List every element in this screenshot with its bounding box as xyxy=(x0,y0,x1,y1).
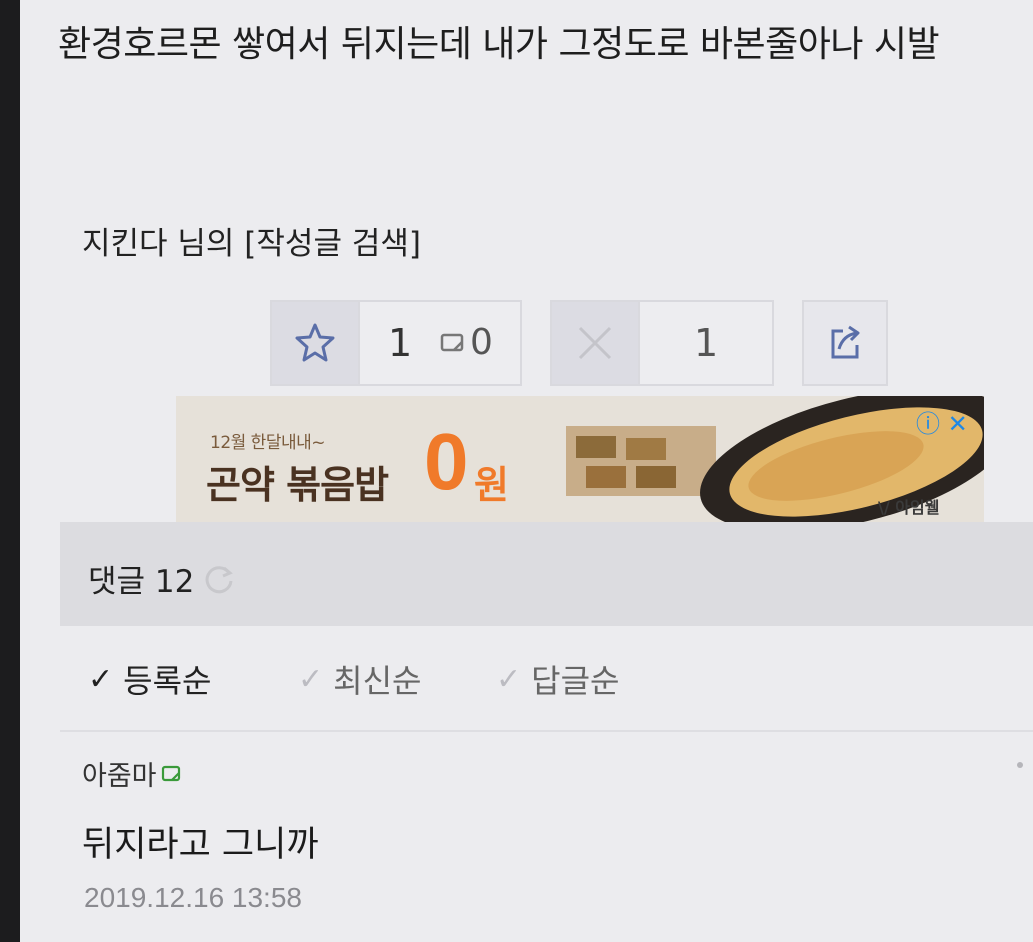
star-icon xyxy=(295,323,335,362)
left-edge xyxy=(0,0,20,942)
comment-author[interactable]: 아줌마 xyxy=(82,754,183,793)
ad-banner[interactable]: 12월 한달내내~ 곤약 볶음밥 0 원 \/ 아임웰 ⓘ ✕ xyxy=(176,396,984,522)
sort-latest[interactable]: ✓ 최신순 xyxy=(298,656,421,702)
comment-item: 아줌마 뒤지라고 그니까 2019.12.16 13:58 xyxy=(60,732,1033,942)
ad-brand: \/ 아임웰 xyxy=(878,498,940,517)
scrap-icon xyxy=(440,333,464,352)
dislike-button[interactable] xyxy=(552,302,640,384)
ad-info-controls[interactable]: ⓘ ✕ xyxy=(916,404,968,439)
comment-sort-row: ✓ 등록순 ✓ 최신순 ✓ 답글순 xyxy=(60,626,1033,732)
sort-label: 최신순 xyxy=(333,662,422,700)
check-icon: ✓ xyxy=(88,661,114,697)
scrap-count-value: 0 xyxy=(470,322,493,363)
close-icon xyxy=(578,326,612,360)
comments-count: 댓글 12 xyxy=(88,564,195,600)
check-icon: ✓ xyxy=(298,661,324,697)
sort-registered[interactable]: ✓ 등록순 xyxy=(88,656,211,702)
comments-title: 댓글 12 xyxy=(88,556,236,601)
like-count: 1 xyxy=(388,321,413,365)
ad-zero: 0 xyxy=(424,417,469,506)
share-button[interactable] xyxy=(802,300,888,386)
share-icon xyxy=(831,325,860,359)
check-icon: ✓ xyxy=(496,661,522,697)
memo-icon xyxy=(161,765,180,781)
comment-more-dot[interactable] xyxy=(1017,762,1023,768)
like-button[interactable] xyxy=(272,302,360,384)
post-title: 환경호르몬 쌓여서 뒤지는데 내가 그정도로 바본줄아나 시발 xyxy=(58,24,940,65)
sort-label: 답글순 xyxy=(531,662,620,700)
ad-small-text: 12월 한달내내~ xyxy=(210,433,325,453)
comment-text: 뒤지라고 그니까 xyxy=(82,825,319,865)
ad-won: 원 xyxy=(474,463,509,507)
comment-author-name: 아줌마 xyxy=(82,761,157,792)
like-box: 1 0 xyxy=(270,300,522,386)
dislike-count: 1 xyxy=(694,321,719,365)
sort-replies[interactable]: ✓ 답글순 xyxy=(496,656,619,702)
sort-label: 등록순 xyxy=(123,662,212,700)
author-search-link[interactable]: 지킨다 님의 [작성글 검색] xyxy=(82,218,421,263)
ad-main-text: 곤약 볶음밥 xyxy=(206,463,389,507)
refresh-icon[interactable] xyxy=(202,562,236,596)
comments-header: 댓글 12 xyxy=(60,522,1033,626)
dislike-box: 1 xyxy=(550,300,774,386)
page-content: 환경호르몬 쌓여서 뒤지는데 내가 그정도로 바본줄아나 시발 지킨다 님의 [… xyxy=(20,0,1033,942)
comment-date: 2019.12.16 13:58 xyxy=(84,882,302,913)
scrap-count: 0 xyxy=(440,302,493,384)
